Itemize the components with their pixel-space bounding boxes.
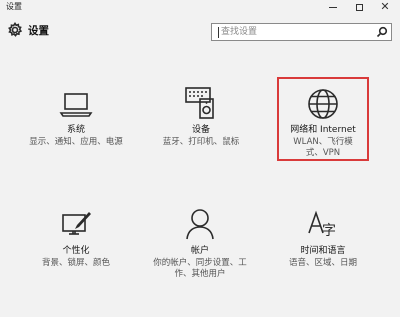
globe-icon (308, 89, 338, 119)
person-icon (186, 209, 214, 240)
minimize-button[interactable] (320, 0, 346, 14)
text-cursor (218, 27, 219, 38)
tile-network-internet[interactable]: 网络和 Internet WLAN、飞行模式、VPN (263, 86, 383, 158)
tile-devices[interactable]: 设备 蓝牙、打印机、鼠标 (141, 85, 261, 157)
time-language-icon: 字 (308, 210, 336, 239)
maximize-button[interactable] (346, 0, 372, 14)
minimize-icon (329, 6, 337, 8)
tile-description: 显示、通知、应用、电源 (29, 137, 123, 147)
tile-description: WLAN、飞行模式、VPN (293, 137, 353, 158)
search-icon[interactable] (376, 26, 388, 38)
tile-title: 网络和 Internet (290, 125, 356, 135)
tile-time-language[interactable]: 字 时间和语言 语音、区域、日期 (263, 207, 383, 277)
tile-title: 时间和语言 (300, 246, 346, 256)
close-icon: ✕ (380, 0, 390, 13)
tile-title: 系统 (66, 125, 85, 135)
tile-system[interactable]: 系统 显示、通知、应用、电源 (16, 88, 136, 158)
gear-icon (8, 22, 23, 37)
close-button[interactable]: ✕ (372, 0, 398, 14)
window-title: 设置 (6, 2, 22, 11)
tile-description: 语音、区域、日期 (288, 258, 357, 268)
page-title: 设置 (28, 25, 49, 37)
maximize-icon (355, 3, 363, 11)
tile-description: 蓝牙、打印机、鼠标 (162, 137, 240, 147)
tile-title: 帐户 (190, 246, 209, 256)
title-bar: 设置 ✕ (0, 0, 400, 14)
tile-personalization[interactable]: 个性化 背景、锁屏、颜色 (16, 208, 136, 278)
devices-icon (185, 87, 214, 119)
svg-text:字: 字 (322, 223, 336, 239)
tile-title: 个性化 (62, 246, 90, 256)
search-input[interactable]: 查找设置 (211, 23, 392, 41)
personalization-icon (62, 212, 91, 235)
search-placeholder: 查找设置 (221, 27, 258, 37)
tile-description: 背景、锁屏、颜色 (41, 258, 110, 268)
laptop-icon (59, 93, 93, 117)
tile-description: 你的帐户、同步设置、工作、其他用户 (153, 258, 247, 279)
tile-accounts[interactable]: 帐户 你的帐户、同步设置、工作、其他用户 (140, 206, 260, 286)
tile-title: 设备 (191, 125, 210, 135)
